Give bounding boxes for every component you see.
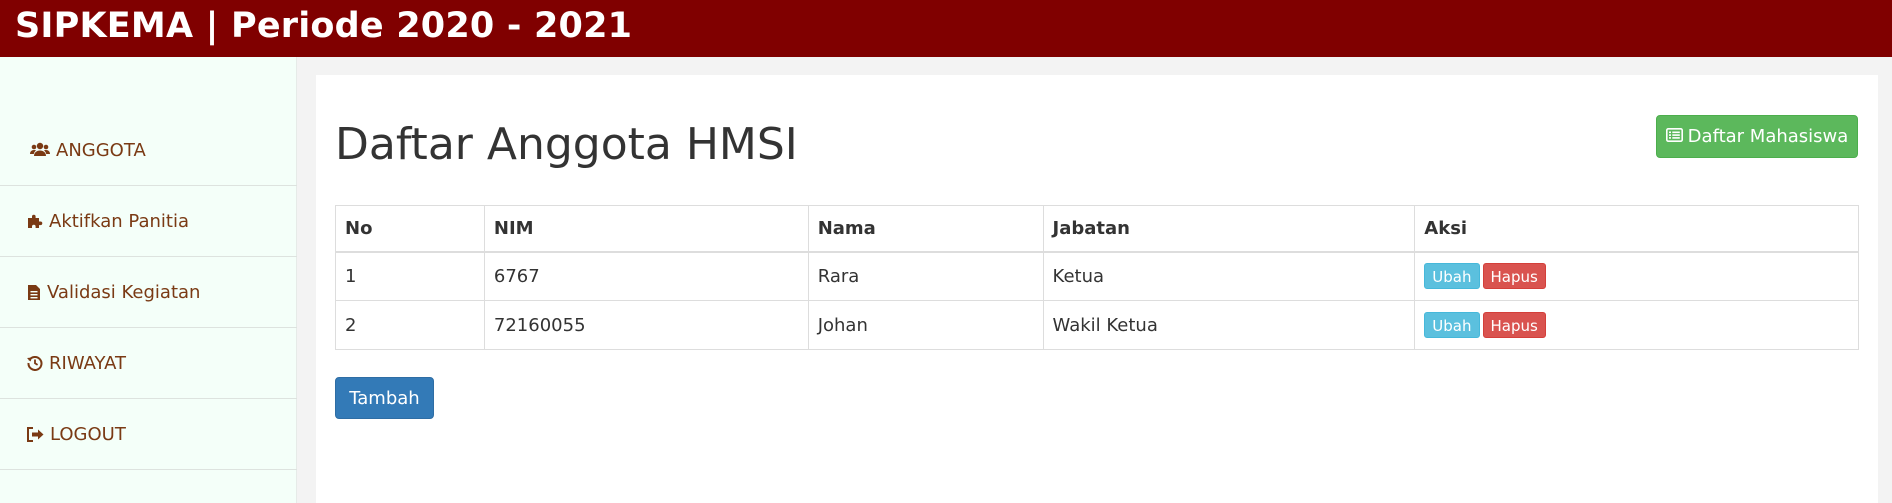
cell-aksi: Ubah Hapus	[1414, 251, 1859, 301]
cell-no: 2	[335, 300, 485, 350]
sidebar-item-label: Validasi Kegiatan	[47, 281, 201, 303]
column-header-no: No	[335, 205, 485, 253]
history-icon	[27, 355, 43, 371]
top-navbar: SIPKEMA | Periode 2020 - 2021	[0, 0, 1892, 57]
sidebar-item-aktifkan-panitia[interactable]: Aktifkan Panitia	[0, 186, 297, 257]
sidebar-item-riwayat[interactable]: RIWAYAT	[0, 328, 297, 399]
sidebar-item-label: RIWAYAT	[49, 352, 127, 374]
cell-nim: 72160055	[483, 300, 809, 350]
sidebar-item-label: ANGGOTA	[56, 139, 146, 161]
sign-out-icon	[27, 426, 44, 442]
users-icon	[30, 142, 50, 158]
sidebar: ANGGOTA Aktifkan Panitia Validasi Kegiat…	[0, 57, 297, 503]
column-header-aksi: Aksi	[1414, 205, 1859, 253]
cell-nim: 6767	[483, 251, 809, 301]
column-header-nama: Nama	[807, 205, 1044, 253]
column-header-nim: NIM	[483, 205, 809, 253]
column-header-jabatan: Jabatan	[1042, 205, 1416, 253]
table-header-row: No NIM Nama Jabatan Aksi	[335, 205, 1859, 253]
ubah-button[interactable]: Ubah	[1424, 312, 1480, 338]
cell-nama: Johan	[807, 300, 1044, 350]
sidebar-item-label: LOGOUT	[50, 423, 126, 445]
hapus-button[interactable]: Hapus	[1482, 263, 1546, 290]
tambah-button[interactable]: Tambah	[335, 377, 434, 419]
cell-jabatan: Wakil Ketua	[1042, 300, 1416, 350]
app-brand-title[interactable]: SIPKEMA | Periode 2020 - 2021	[15, 3, 632, 49]
cell-jabatan: Ketua	[1042, 251, 1416, 301]
cell-aksi: Ubah Hapus	[1414, 300, 1859, 350]
sidebar-item-anggota[interactable]: ANGGOTA	[0, 115, 297, 186]
sidebar-item-validasi-kegiatan[interactable]: Validasi Kegiatan	[0, 257, 297, 328]
hapus-button[interactable]: Hapus	[1482, 312, 1546, 338]
page-title: Daftar Anggota HMSI	[335, 119, 798, 170]
table-row: 2 72160055 Johan Wakil Ketua Ubah Hapus	[335, 300, 1859, 350]
daftar-mahasiswa-button[interactable]: Daftar Mahasiswa	[1656, 115, 1858, 158]
table-row: 1 6767 Rara Ketua Ubah Hapus	[335, 251, 1859, 301]
daftar-mahasiswa-label: Daftar Mahasiswa	[1687, 126, 1849, 147]
puzzle-icon	[27, 213, 43, 229]
anggota-table: No NIM Nama Jabatan Aksi 1 6767 Rara Ket…	[335, 205, 1859, 350]
file-text-icon	[27, 284, 41, 301]
cell-nama: Rara	[807, 251, 1044, 301]
list-alt-icon	[1665, 126, 1683, 147]
ubah-button[interactable]: Ubah	[1424, 263, 1480, 290]
sidebar-item-label: Aktifkan Panitia	[49, 210, 189, 232]
sidebar-item-logout[interactable]: LOGOUT	[0, 399, 297, 470]
cell-no: 1	[335, 251, 485, 301]
